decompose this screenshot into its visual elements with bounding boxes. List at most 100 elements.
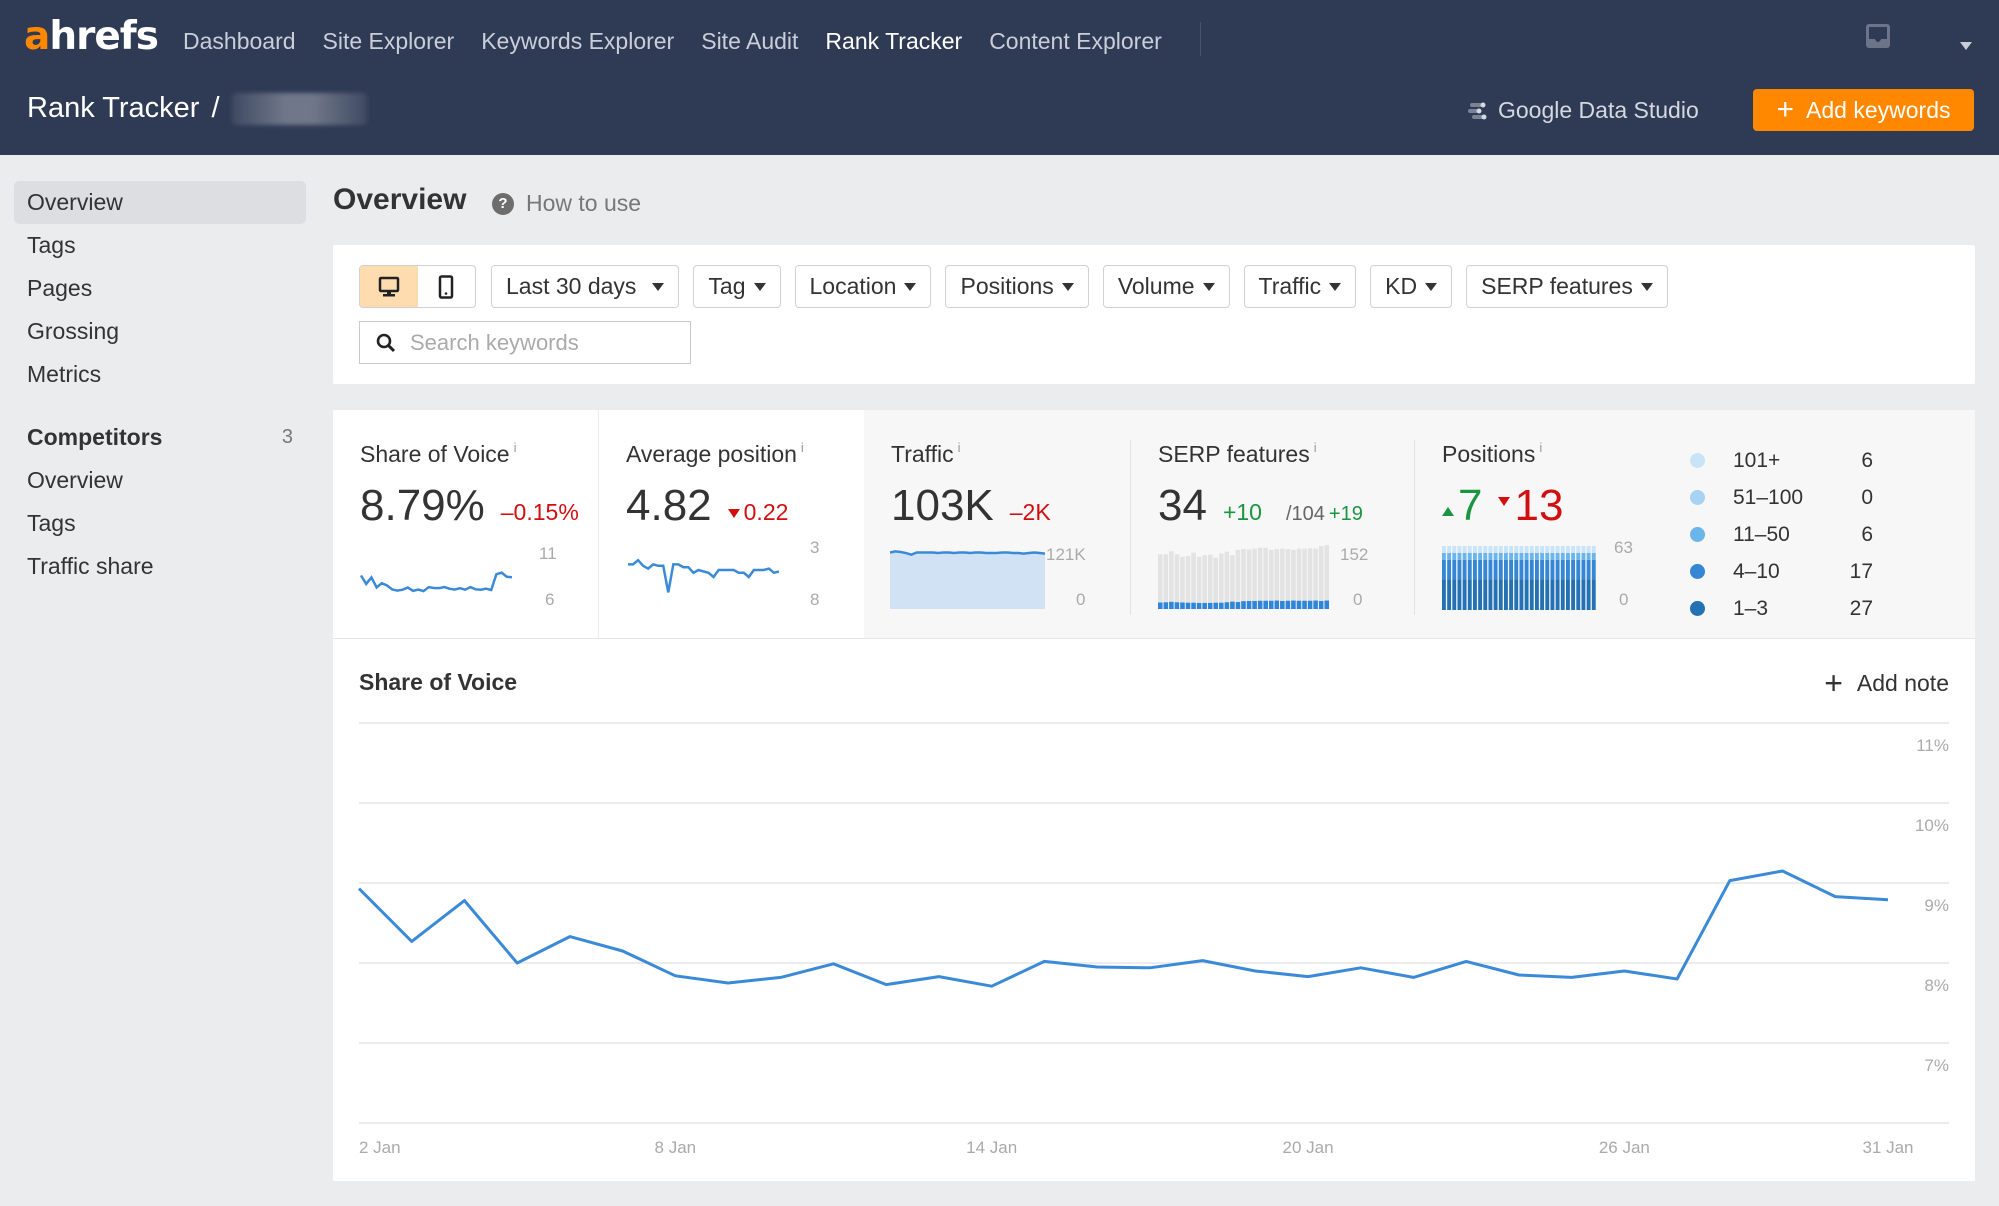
- info-icon[interactable]: i: [1539, 440, 1542, 455]
- positions-filter[interactable]: Positions: [945, 265, 1089, 308]
- nav-dashboard[interactable]: Dashboard: [183, 26, 296, 56]
- search-keywords-input[interactable]: [410, 329, 680, 356]
- ahrefs-logo[interactable]: ahrefs: [24, 14, 159, 59]
- sidebar-item-grossing[interactable]: Grossing: [14, 310, 306, 353]
- metric-label: Traffic i: [891, 440, 961, 467]
- metric-average-position[interactable]: Average position i 4.82 0.22 3 8: [598, 410, 864, 638]
- nav-divider: [1200, 22, 1201, 56]
- positions-bar-segment: [1550, 546, 1555, 553]
- positions-bar-segment: [1519, 579, 1524, 610]
- desktop-icon: [378, 276, 399, 296]
- positions-bar-segment: [1555, 559, 1560, 580]
- filter-panel: Last 30 days Tag Location Positions Volu…: [333, 245, 1975, 384]
- add-keywords-button[interactable]: + Add keywords: [1753, 89, 1974, 131]
- metric-value: 4.82: [626, 481, 712, 530]
- positions-bar-segment: [1591, 552, 1596, 560]
- nav-keywords-explorer[interactable]: Keywords Explorer: [481, 26, 674, 56]
- positions-bar-segment: [1473, 552, 1477, 560]
- breadcrumb-root[interactable]: Rank Tracker: [27, 92, 199, 125]
- positions-bar-segment: [1447, 546, 1452, 553]
- traffic-area: [890, 551, 1045, 609]
- serp-owned-bar: [1318, 600, 1324, 609]
- metric-positions[interactable]: Positions i 7 13 63 0: [1415, 410, 1675, 638]
- metric-value-row: 34 +10 /104 +19: [1158, 481, 1363, 531]
- serp-features-filter[interactable]: SERP features: [1466, 265, 1668, 308]
- sidebar-item-competitors-overview[interactable]: Overview: [14, 459, 306, 502]
- sidebar-item-competitors-tags[interactable]: Tags: [14, 502, 306, 545]
- positions-bar-segment: [1529, 559, 1534, 580]
- metric-label: Positions i: [1442, 440, 1543, 467]
- legend-row[interactable]: 4–10 17: [1690, 553, 1873, 590]
- volume-filter[interactable]: Volume: [1102, 265, 1230, 308]
- serp-owned-bar: [1274, 600, 1280, 609]
- sidebar-item-tags[interactable]: Tags: [14, 224, 306, 267]
- sidebar-item-metrics[interactable]: Metrics: [14, 353, 306, 396]
- metric-value: 103K: [891, 481, 994, 530]
- nav-site-explorer[interactable]: Site Explorer: [323, 26, 455, 56]
- positions-stacked-barchart: [1442, 546, 1596, 610]
- sidebar-item-pages[interactable]: Pages: [14, 267, 306, 310]
- metric-delta: +10: [1222, 499, 1262, 525]
- positions-bar-segment: [1571, 552, 1576, 560]
- serp-owned-bar: [1163, 602, 1169, 609]
- inbox-icon[interactable]: [1865, 23, 1891, 49]
- positions-bar-segment: [1576, 546, 1581, 553]
- positions-bar-segment: [1545, 552, 1550, 560]
- traffic-filter[interactable]: Traffic: [1243, 265, 1357, 308]
- info-icon[interactable]: i: [514, 440, 517, 455]
- tag-filter[interactable]: Tag: [693, 265, 781, 308]
- positions-bar-segment: [1529, 546, 1534, 553]
- positions-bar-segment: [1535, 552, 1539, 560]
- share-of-voice-chart[interactable]: 11% 10% 9% 8% 7% 2 Jan 8 Jan 14 Jan 20 Jan 26 Jan…: [333, 639, 1975, 1182]
- serp-total-bar: [1174, 554, 1180, 609]
- serp-total-bar: [1241, 549, 1246, 609]
- positions-bar-segment: [1493, 546, 1498, 553]
- nav-content-explorer[interactable]: Content Explorer: [989, 26, 1162, 56]
- serp-owned-bar: [1302, 600, 1307, 609]
- serp-total-bar: [1180, 556, 1185, 609]
- chevron-down-icon: [1329, 282, 1342, 291]
- info-icon[interactable]: i: [801, 440, 804, 455]
- nav-site-audit[interactable]: Site Audit: [701, 26, 798, 56]
- legend-row[interactable]: 51–100 0: [1690, 479, 1873, 516]
- breadcrumb-separator: /: [211, 92, 220, 124]
- legend-row[interactable]: 1–3 27: [1690, 590, 1873, 627]
- info-icon[interactable]: i: [1314, 440, 1317, 455]
- metric-share-of-voice[interactable]: Share of Voice i 8.79% –0.15% 11 6: [333, 410, 598, 638]
- serp-total-bar: [1163, 554, 1169, 609]
- location-filter[interactable]: Location: [794, 265, 932, 308]
- positions-bar-segment: [1457, 546, 1462, 553]
- positions-bar-segment: [1509, 559, 1514, 580]
- desktop-toggle[interactable]: [360, 266, 418, 307]
- sidebar-item-overview[interactable]: Overview: [14, 181, 306, 224]
- kd-filter[interactable]: KD: [1370, 265, 1453, 308]
- positions-bar-segment: [1493, 579, 1498, 610]
- legend-row[interactable]: 101+ 6: [1690, 442, 1873, 479]
- legend-row[interactable]: 11–50 6: [1690, 516, 1873, 553]
- serp-total-bar: [1324, 545, 1329, 609]
- how-to-use-link[interactable]: ? How to use: [492, 190, 641, 217]
- google-data-studio-link[interactable]: Google Data Studio: [1468, 97, 1699, 124]
- positions-bar-segment: [1467, 546, 1472, 553]
- positions-bar-segment: [1447, 552, 1452, 560]
- metric-traffic[interactable]: Traffic i 103K –2K 121K 0: [864, 410, 1129, 638]
- add-note-button[interactable]: + Add note: [1824, 667, 1949, 699]
- mobile-toggle[interactable]: [418, 266, 476, 307]
- positions-legend: 101+ 6 51–100 0 11–50 6 4–10 17 1–3 27: [1690, 442, 1873, 627]
- serp-total-bar: [1307, 548, 1313, 609]
- metric-serp-features[interactable]: SERP features i 34 +10 /104 +19 152 0: [1131, 410, 1413, 638]
- positions-bar-segment: [1488, 552, 1493, 560]
- sidebar-section-competitors[interactable]: Competitors 3: [14, 416, 306, 459]
- date-range-dropdown[interactable]: Last 30 days: [491, 265, 680, 308]
- positions-bar-segment: [1591, 579, 1596, 610]
- nav-rank-tracker[interactable]: Rank Tracker: [825, 26, 962, 56]
- caret-down-icon[interactable]: [1960, 42, 1972, 50]
- info-icon[interactable]: i: [958, 440, 961, 455]
- positions-up: 7: [1442, 481, 1482, 531]
- sidebar-item-traffic-share[interactable]: Traffic share: [14, 545, 306, 588]
- positions-bar-segment: [1540, 546, 1545, 553]
- chevron-down-icon: [1202, 282, 1215, 291]
- y-tick-label: 9%: [1924, 896, 1949, 915]
- positions-bar-segment: [1586, 552, 1591, 560]
- legend-dot: [1690, 564, 1705, 579]
